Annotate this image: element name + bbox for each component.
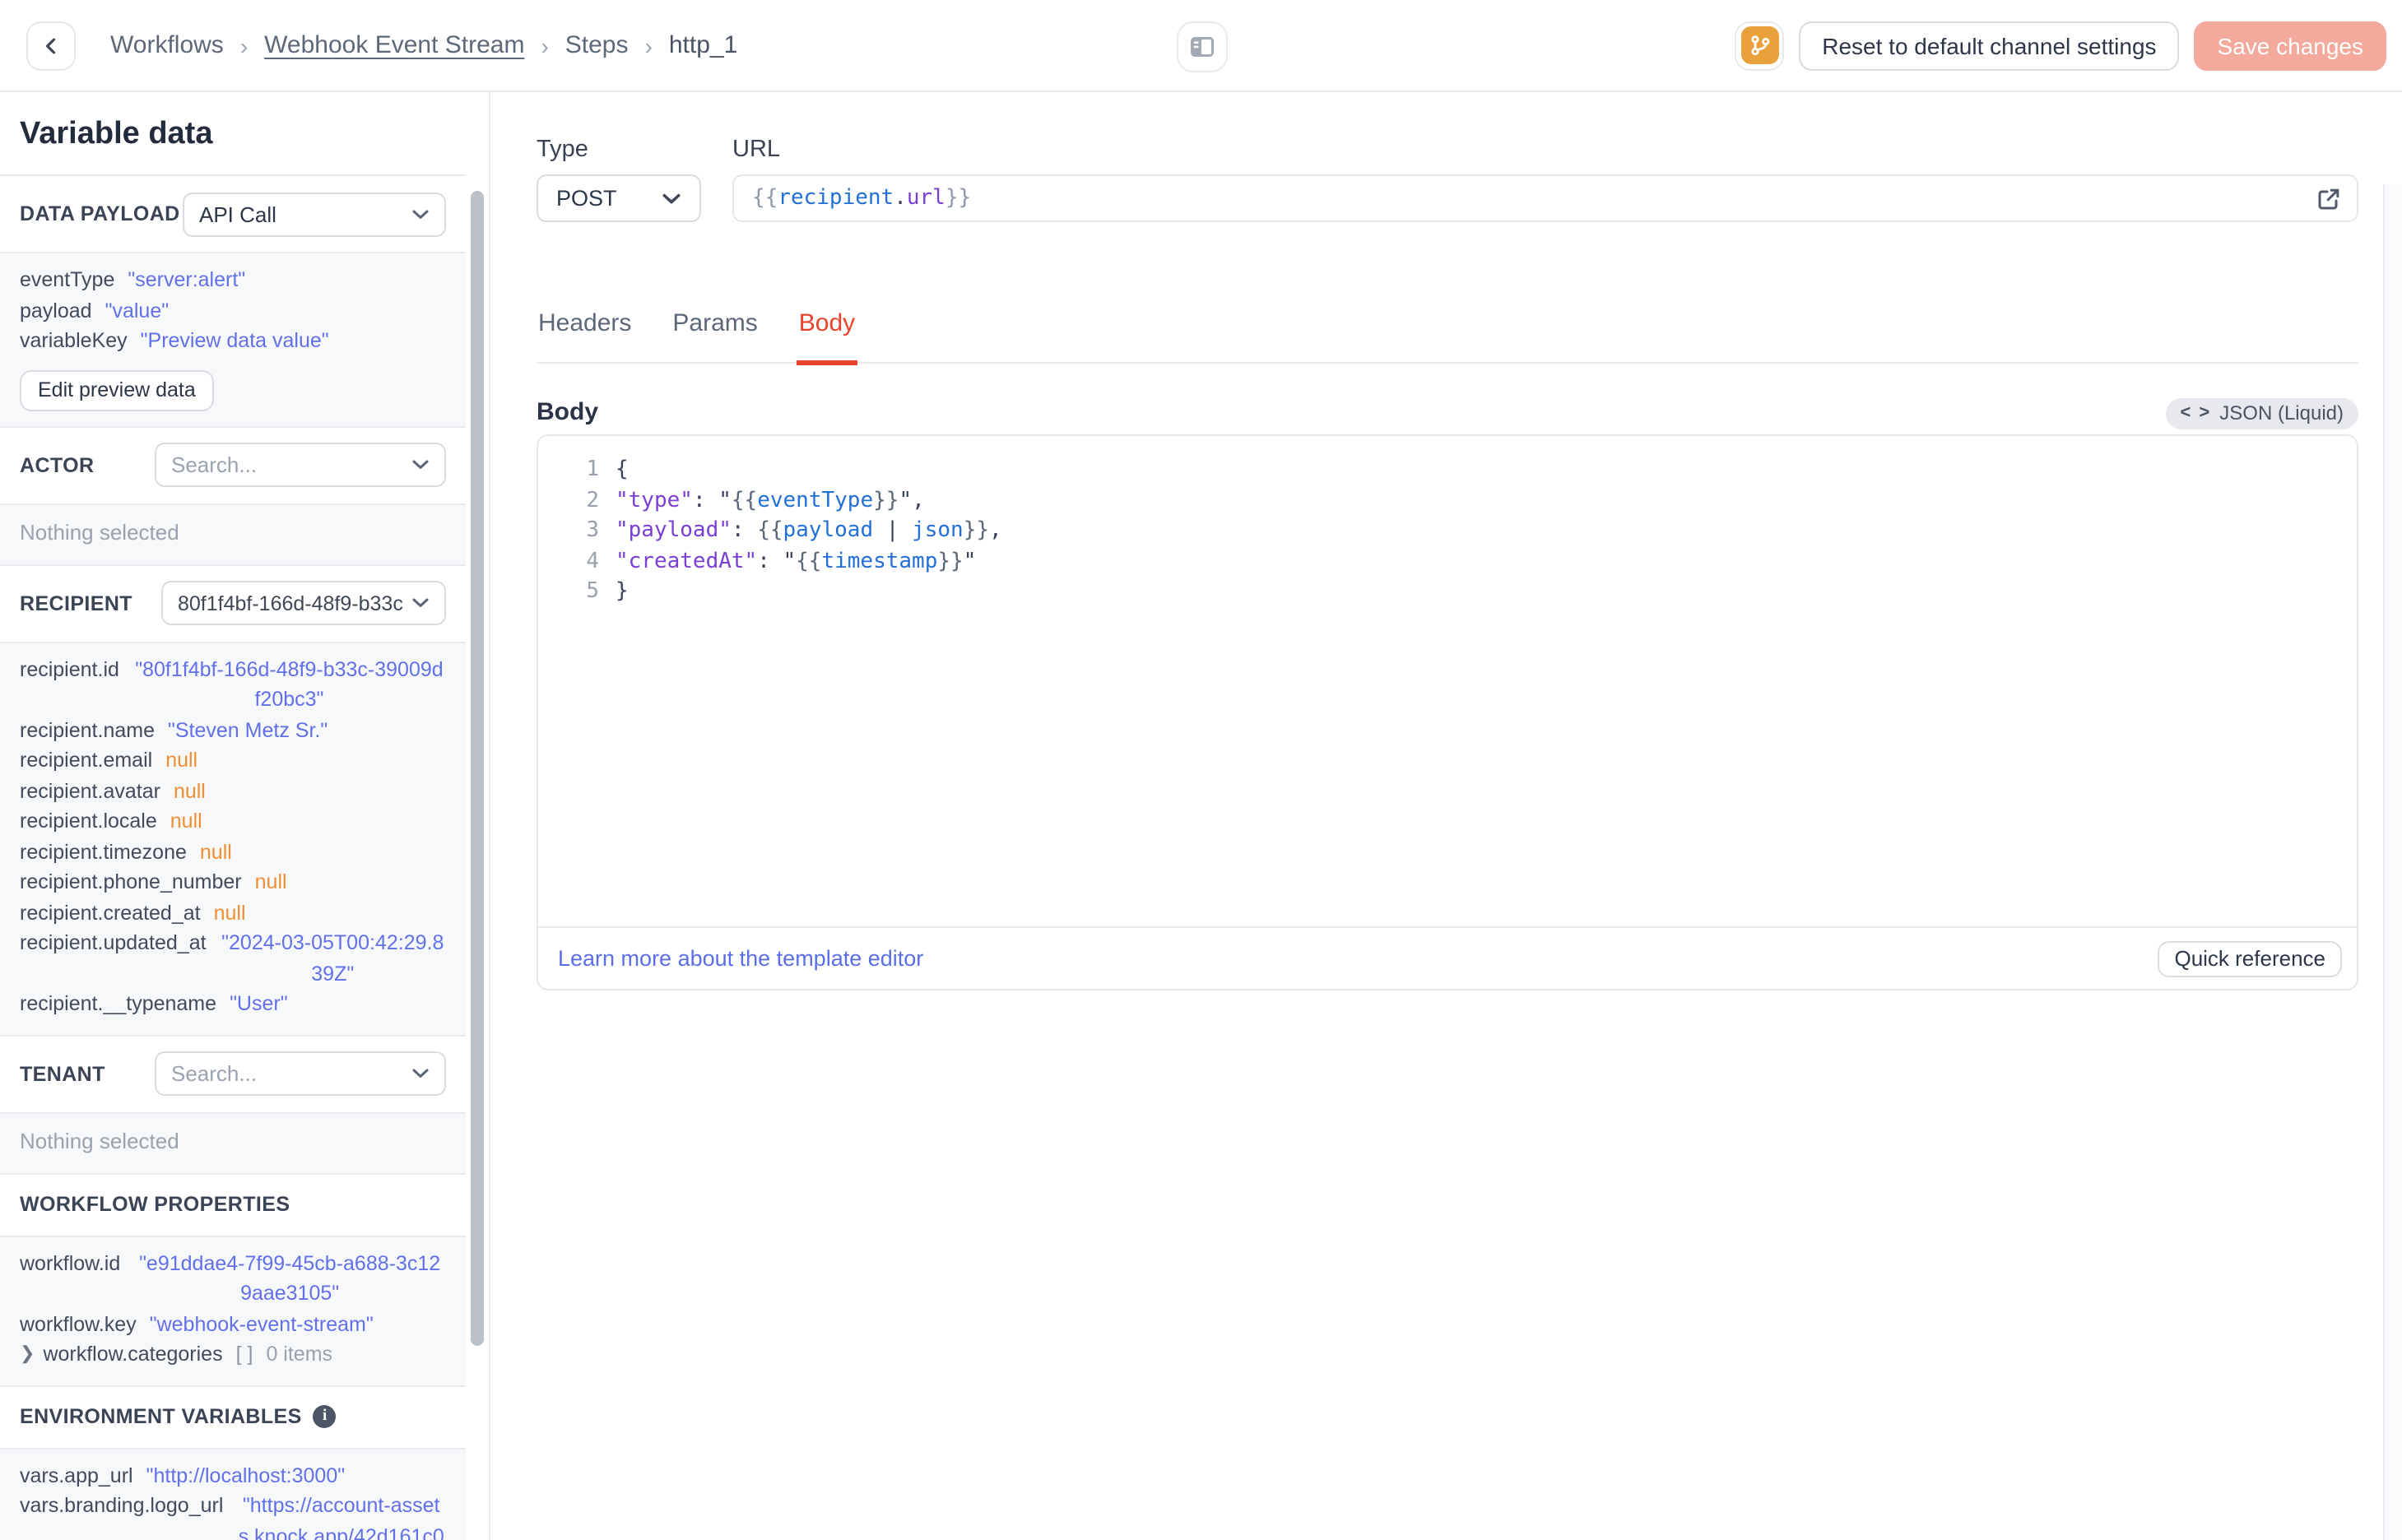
breadcrumb-separator: ›: [541, 32, 549, 58]
chevron-down-icon: [412, 209, 429, 218]
kv-row: recipient.created_at null: [20, 901, 246, 924]
kv-row: payload "value": [20, 299, 170, 322]
breadcrumb: Workflows › Webhook Event Stream › Steps…: [110, 31, 737, 59]
variable-data-sidebar: Variable data DATA PAYLOAD API Call even…: [0, 92, 490, 1540]
kv-row: recipient.avatar null: [20, 779, 206, 802]
kv-row: workflow.key "webhook-event-stream": [20, 1312, 374, 1335]
kv-row: recipient.email null: [20, 749, 198, 772]
kv-row: recipient.phone_number null: [20, 870, 287, 893]
kv-row: recipient.name "Steven Metz Sr.": [20, 718, 328, 741]
payload-preview-block: eventType "server:alert" payload "value" v…: [0, 253, 466, 425]
url-input[interactable]: {{recipient.url}}: [732, 174, 2358, 222]
workflow-categories-row: ❯ workflow.categories [ ] 0 items: [20, 1339, 446, 1370]
code-line: 1{: [586, 457, 629, 482]
data-payload-select[interactable]: API Call: [183, 192, 446, 236]
header-actions: Reset to default channel settings Save c…: [1735, 21, 2386, 70]
environment-variables-header: ENVIRONMENT VARIABLES i: [0, 1386, 466, 1447]
sidebar-title: Variable data: [20, 117, 213, 151]
template-editor-docs-link[interactable]: Learn more about the template editor: [558, 946, 923, 971]
breadcrumb-step-name: http_1: [668, 31, 738, 59]
code-editor[interactable]: 1{ 2 "type": "{{eventType}}", 3 "payload":…: [538, 436, 2357, 926]
url-value: {{recipient.url}}: [752, 186, 972, 211]
actor-empty-state: Nothing selected: [0, 504, 466, 564]
chevron-down-icon: [662, 192, 681, 203]
quick-reference-button[interactable]: Quick reference: [2158, 940, 2342, 976]
tenant-label: TENANT: [20, 1062, 105, 1085]
reset-channel-settings-button[interactable]: Reset to default channel settings: [1799, 21, 2180, 70]
kv-row: eventType "server:alert": [20, 268, 246, 291]
main-scrollbar-track[interactable]: [2383, 184, 2402, 1540]
recipient-preview-block: recipient.id "80f1f4bf-166d-48f9-b33c-390…: [0, 642, 466, 1034]
code-icon: < >: [2180, 403, 2212, 423]
kv-row: variableKey "Preview data value": [20, 329, 329, 352]
sidebar-toggle-button[interactable]: [1177, 21, 1228, 72]
breadcrumb-steps[interactable]: Steps: [565, 31, 629, 59]
tenant-select[interactable]: Search...: [155, 1051, 446, 1096]
kv-row: recipient.id "80f1f4bf-166d-48f9-b33c-390…: [20, 657, 444, 711]
body-section-label: Body: [537, 398, 598, 426]
save-changes-button[interactable]: Save changes: [2194, 21, 2386, 70]
chevron-down-icon: [412, 598, 429, 607]
kv-row: vars.branding.logo_url "https://account-a…: [20, 1494, 444, 1540]
kv-row: recipient.__typename "User": [20, 992, 288, 1015]
tenant-empty-state: Nothing selected: [0, 1113, 466, 1172]
git-branch-icon: [1750, 35, 1769, 56]
template-editor: 1{ 2 "type": "{{eventType}}", 3 "payload":…: [537, 434, 2358, 990]
kv-row: recipient.updated_at "2024-03-05T00:42:29…: [20, 931, 444, 985]
breadcrumb-separator: ›: [239, 32, 249, 58]
code-line: 5}: [586, 579, 629, 604]
chevron-left-icon: [46, 37, 56, 53]
data-payload-label: DATA PAYLOAD: [20, 202, 180, 225]
breadcrumb-workflows[interactable]: Workflows: [110, 31, 224, 59]
http-method-select[interactable]: POST: [537, 174, 701, 222]
items-count: 0 items: [266, 1343, 333, 1366]
actor-select[interactable]: Search...: [155, 443, 446, 487]
request-editor-panel: Type POST URL {{recipient.url}} Headers …: [490, 92, 2402, 1540]
recipient-row: RECIPIENT 80f1f4bf-166d-48f9-b33c: [0, 565, 466, 641]
kv-row: vars.app_url "http://localhost:3000": [20, 1463, 346, 1487]
actor-label: ACTOR: [20, 453, 95, 476]
code-line: 3 "payload": {{payload | json}},: [586, 518, 1002, 543]
workflow-properties-block: workflow.id "e91ddae4-7f99-45cb-a688-3c12…: [0, 1236, 466, 1385]
git-branch-badge: [1740, 26, 1779, 64]
top-header: Workflows › Webhook Event Stream › Steps…: [0, 0, 2402, 92]
chevron-down-icon: [412, 460, 429, 469]
language-badge: < > JSON (Liquid): [2165, 397, 2358, 429]
tenant-row: TENANT Search...: [0, 1036, 466, 1111]
chevron-down-icon: [412, 1069, 429, 1078]
tab-params[interactable]: Params: [671, 308, 759, 365]
recipient-label: RECIPIENT: [20, 591, 132, 615]
actor-row: ACTOR Search...: [0, 427, 466, 503]
edit-preview-data-button[interactable]: Edit preview data: [20, 369, 214, 411]
tab-body[interactable]: Body: [797, 308, 857, 365]
code-line: 4 "createdAt": "{{timestamp}}": [586, 549, 977, 573]
editor-footer: Learn more about the template editor Qui…: [538, 926, 2357, 989]
info-icon[interactable]: i: [313, 1405, 337, 1428]
panel-left-icon: [1191, 37, 1214, 57]
data-payload-row: DATA PAYLOAD API Call: [0, 176, 466, 252]
expand-chevron-icon[interactable]: ❯: [20, 1339, 35, 1370]
breadcrumb-separator: ›: [644, 32, 653, 58]
url-label: URL: [732, 137, 781, 163]
tab-headers[interactable]: Headers: [537, 308, 633, 365]
workflow-step-editor: Workflows › Webhook Event Stream › Steps…: [0, 0, 2402, 1540]
kv-row: recipient.timezone null: [20, 840, 232, 863]
workflow-properties-header: WORKFLOW PROPERTIES: [20, 1193, 290, 1216]
kv-row: workflow.id "e91ddae4-7f99-45cb-a688-3c12…: [20, 1251, 441, 1305]
type-label: Type: [537, 137, 588, 163]
recipient-select[interactable]: 80f1f4bf-166d-48f9-b33c: [161, 581, 446, 625]
request-tabs: Headers Params Body: [537, 308, 2358, 365]
uncommitted-changes-button[interactable]: [1735, 21, 1785, 70]
breadcrumb-workflow-name[interactable]: Webhook Event Stream: [264, 31, 524, 59]
environment-variables-block: vars.app_url "http://localhost:3000" vars…: [0, 1449, 466, 1540]
external-link-icon[interactable]: [2316, 186, 2342, 212]
sidebar-scrollbar[interactable]: [471, 191, 484, 1346]
code-line: 2 "type": "{{eventType}}",: [586, 488, 925, 513]
back-button[interactable]: [26, 21, 76, 70]
kv-row: recipient.locale null: [20, 809, 202, 833]
